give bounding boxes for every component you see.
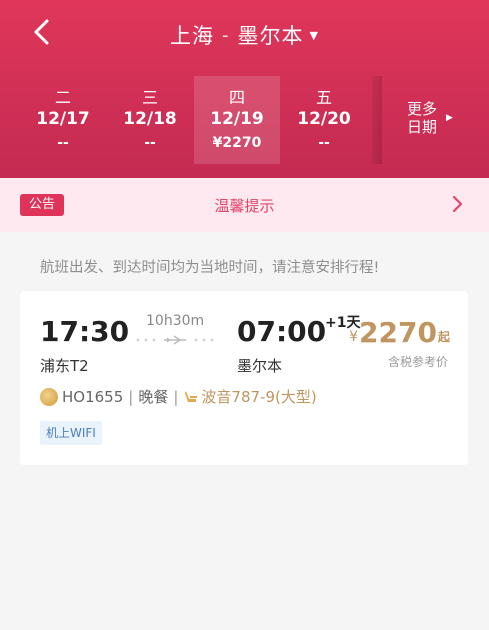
date-price: ¥2270: [212, 135, 262, 151]
flight-price: ¥ 2270 起: [349, 316, 450, 349]
info-divider: |: [128, 387, 134, 406]
price-suffix: 起: [437, 330, 450, 344]
flight-number: HO1655: [62, 387, 124, 406]
more-dates-label: 更多 日期: [404, 100, 440, 136]
date-price: --: [57, 135, 69, 151]
departure-airport: 浦东T2: [40, 357, 89, 375]
seat-icon: [183, 389, 199, 405]
flight-info: HO1655 | 晚餐 | 波音787-9(大型): [40, 386, 317, 407]
airline-logo-icon: [40, 387, 58, 406]
route-separator: -: [222, 24, 230, 46]
more-dates-line1: 更多: [406, 100, 437, 118]
date-weekday: 四: [228, 88, 245, 107]
date-day: 12/17: [36, 109, 90, 129]
wifi-tag: 机上WIFI: [40, 421, 102, 445]
destination-city: 墨尔本: [237, 24, 304, 48]
info-divider: |: [173, 387, 179, 406]
meal-info: 晚餐: [138, 388, 169, 406]
flight-card[interactable]: 17:30 浦东T2 10h30m 07:00 +1天 墨尔本 ¥ 2270 起…: [20, 291, 468, 465]
date-day: 12/18: [123, 109, 177, 129]
date-item[interactable]: 三 12/18 --: [107, 76, 193, 164]
arrival-time: 07:00: [237, 315, 327, 348]
date-weekday: 五: [315, 88, 332, 107]
caret-right-icon: ▶: [446, 113, 453, 123]
header-bar: 上海 - 墨尔本 ▼ · 二 12/17 -- 三 12/18 -- 四 12/…: [0, 0, 489, 178]
time-notice-text: 航班出发、到达时间均为当地时间，请注意安排行程!: [40, 260, 380, 276]
date-day: 12/19: [210, 109, 264, 129]
more-dates-button[interactable]: 更多 日期 ▶: [404, 100, 464, 136]
notice-bar[interactable]: 公告 温馨提示: [0, 178, 489, 232]
price-amount: 2270: [359, 316, 437, 349]
date-price: --: [318, 135, 330, 151]
caret-down-icon: ▼: [309, 28, 319, 42]
origin-city: 上海: [170, 24, 215, 48]
date-weekday: 三: [141, 88, 158, 107]
departure-time: 17:30: [40, 315, 130, 348]
date-item[interactable]: 二 12/17 --: [20, 76, 106, 164]
notice-title: 温馨提示: [214, 197, 275, 215]
chevron-right-icon: [452, 195, 463, 213]
date-strip: 二 12/17 -- 三 12/18 -- 四 12/19 ¥2270 五 12…: [0, 76, 380, 164]
aircraft-type: 波音787-9(大型): [201, 388, 317, 406]
arrival-airport: 墨尔本: [237, 357, 283, 375]
date-weekday: 二: [54, 88, 71, 107]
date-item[interactable]: 五 12/20 --: [281, 76, 367, 164]
price-currency: ¥: [349, 329, 359, 345]
route-selector[interactable]: 上海 - 墨尔本 ▼: [0, 20, 489, 50]
more-dates-line2: 日期: [406, 118, 437, 136]
more-dates-shadow: [372, 76, 382, 164]
tax-note: 含税参考价: [387, 355, 448, 369]
date-day: 12/20: [297, 109, 351, 129]
date-price: --: [144, 135, 156, 151]
date-item-selected[interactable]: 四 12/19 ¥2270: [194, 76, 280, 164]
plane-icon: [136, 335, 214, 345]
flight-duration: 10h30m: [146, 313, 205, 329]
